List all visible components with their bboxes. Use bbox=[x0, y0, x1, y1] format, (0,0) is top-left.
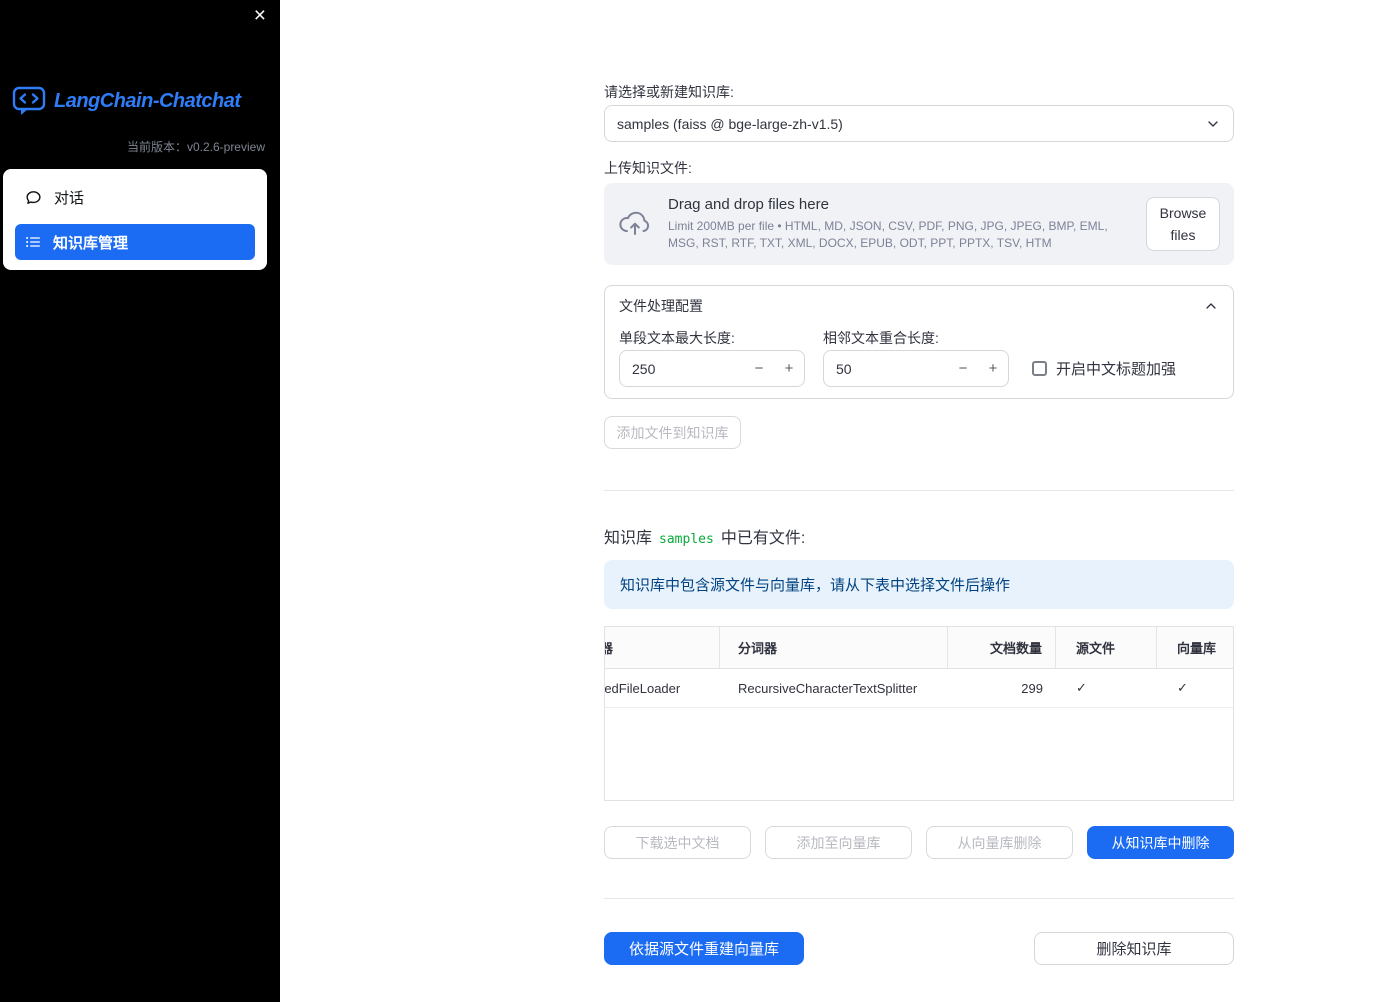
kb-select-value: samples (faiss @ bge-large-zh-v1.5) bbox=[617, 115, 843, 132]
zh-title-enhance-label: 开启中文标题加强 bbox=[1056, 361, 1177, 378]
kb-name-code: samples bbox=[659, 532, 714, 547]
column-header-label: 向量库 bbox=[1177, 641, 1217, 656]
expander-title: 文件处理配置 bbox=[619, 298, 703, 314]
info-alert-text: 知识库中包含源文件与向量库，请从下表中选择文件后操作 bbox=[620, 577, 1011, 594]
sidebar-item-label: 对话 bbox=[54, 189, 85, 207]
add-files-button[interactable]: 添加文件到知识库 bbox=[604, 416, 741, 449]
app-logo: LangChain-Chatchat bbox=[12, 86, 241, 117]
download-selected-button[interactable]: 下载选中文档 bbox=[604, 826, 751, 859]
step-up-button[interactable]: + bbox=[978, 360, 1008, 377]
divider bbox=[604, 490, 1234, 491]
column-header-vector-store[interactable]: 向量库 bbox=[1157, 627, 1233, 668]
list-icon bbox=[25, 234, 41, 250]
sidebar: × LangChain-Chatchat 当前版本：v0.2.6-preview… bbox=[0, 0, 280, 1002]
upload-label: 上传知识文件: bbox=[604, 160, 692, 176]
sidebar-menu: 对话 知识库管理 bbox=[3, 169, 267, 270]
cell-source-file-check: ✓ bbox=[1056, 669, 1157, 707]
browse-files-button[interactable]: Browse files bbox=[1146, 196, 1220, 252]
chevron-up-icon bbox=[1203, 298, 1219, 314]
overlap-size-label: 相邻文本重合长度: bbox=[823, 330, 939, 346]
sidebar-item-chat[interactable]: 对话 bbox=[15, 179, 255, 215]
table-header-row: 器 分词器 文档数量 源文件 向量库 bbox=[605, 627, 1233, 669]
close-sidebar-icon[interactable]: × bbox=[254, 5, 266, 27]
cell-loader: redFileLoader bbox=[605, 669, 720, 707]
step-up-button[interactable]: + bbox=[774, 360, 804, 377]
cell-docs-count: 299 bbox=[948, 669, 1056, 707]
column-header-label: 源文件 bbox=[1076, 641, 1116, 656]
column-header-splitter[interactable]: 分词器 bbox=[720, 627, 948, 668]
info-alert: 知识库中包含源文件与向量库，请从下表中选择文件后操作 bbox=[604, 560, 1234, 609]
step-down-button[interactable]: − bbox=[948, 360, 978, 377]
overlap-size-value[interactable]: 50 bbox=[824, 361, 948, 377]
kb-files-suffix: 中已有文件: bbox=[720, 530, 806, 547]
cell-text: redFileLoader bbox=[605, 680, 681, 696]
kb-files-heading: 知识库 samples 中已有文件: bbox=[604, 524, 805, 548]
cell-splitter: RecursiveCharacterTextSplitter bbox=[720, 669, 948, 707]
logo-chat-icon bbox=[12, 86, 46, 117]
kb-select-label: 请选择或新建知识库: bbox=[604, 84, 734, 100]
chunk-size-value[interactable]: 250 bbox=[620, 361, 744, 377]
logo-text: LangChain-Chatchat bbox=[54, 90, 241, 112]
zh-title-enhance-row: 开启中文标题加强 bbox=[1032, 350, 1176, 387]
delete-from-vector-store-button[interactable]: 从向量库删除 bbox=[926, 826, 1073, 859]
sidebar-item-label: 知识库管理 bbox=[53, 234, 129, 252]
column-header-loader[interactable]: 器 bbox=[605, 627, 720, 668]
column-header-label: 分词器 bbox=[738, 641, 778, 656]
cloud-upload-icon bbox=[618, 211, 652, 237]
chevron-down-icon bbox=[1205, 116, 1221, 132]
sidebar-item-knowledge-base[interactable]: 知识库管理 bbox=[15, 224, 255, 260]
delete-from-kb-button[interactable]: 从知识库中删除 bbox=[1087, 826, 1234, 859]
file-dropzone[interactable]: Drag and drop files here Limit 200MB per… bbox=[604, 183, 1234, 265]
dropzone-text: Drag and drop files here Limit 200MB per… bbox=[668, 196, 1130, 252]
cell-text: 299 bbox=[1021, 680, 1043, 696]
column-header-label: 文档数量 bbox=[989, 641, 1042, 656]
cell-vector-store-check: ✓ bbox=[1157, 669, 1233, 707]
cell-text: RecursiveCharacterTextSplitter bbox=[738, 680, 918, 696]
column-header-source-file[interactable]: 源文件 bbox=[1056, 627, 1157, 668]
column-header-docs-count[interactable]: 文档数量 bbox=[948, 627, 1056, 668]
knowledge-base-select[interactable]: samples (faiss @ bge-large-zh-v1.5) bbox=[604, 105, 1234, 142]
file-config-expander: 文件处理配置 单段文本最大长度: 250 − + 相邻文本重合长度: 50 − … bbox=[604, 285, 1234, 399]
step-down-button[interactable]: − bbox=[744, 360, 774, 377]
chunk-size-input[interactable]: 250 − + bbox=[619, 350, 805, 387]
kb-files-prefix: 知识库 bbox=[604, 530, 653, 547]
rebuild-vector-store-button[interactable]: 依据源文件重建向量库 bbox=[604, 932, 804, 965]
table-row[interactable]: redFileLoader RecursiveCharacterTextSpli… bbox=[605, 669, 1233, 708]
dropzone-title: Drag and drop files here bbox=[668, 196, 829, 214]
expander-header[interactable]: 文件处理配置 bbox=[605, 286, 1233, 326]
check-mark: ✓ bbox=[1076, 680, 1087, 695]
overlap-size-input[interactable]: 50 − + bbox=[823, 350, 1009, 387]
chunk-size-label: 单段文本最大长度: bbox=[619, 330, 735, 346]
main-content: 请选择或新建知识库: samples (faiss @ bge-large-zh… bbox=[280, 0, 1380, 1002]
chat-bubble-icon bbox=[25, 189, 42, 206]
version-label: 当前版本：v0.2.6-preview bbox=[126, 140, 265, 154]
delete-knowledge-base-button[interactable]: 删除知识库 bbox=[1034, 932, 1234, 965]
dropzone-limit-text: Limit 200MB per file • HTML, MD, JSON, C… bbox=[668, 219, 1108, 250]
kb-files-table[interactable]: 器 分词器 文档数量 源文件 向量库 redFileLoader Recursi… bbox=[604, 626, 1234, 801]
zh-title-enhance-checkbox[interactable] bbox=[1032, 361, 1047, 376]
check-mark: ✓ bbox=[1177, 680, 1188, 695]
column-header-label: 器 bbox=[605, 638, 613, 657]
add-to-vector-store-button[interactable]: 添加至向量库 bbox=[765, 826, 912, 859]
divider bbox=[604, 898, 1234, 899]
